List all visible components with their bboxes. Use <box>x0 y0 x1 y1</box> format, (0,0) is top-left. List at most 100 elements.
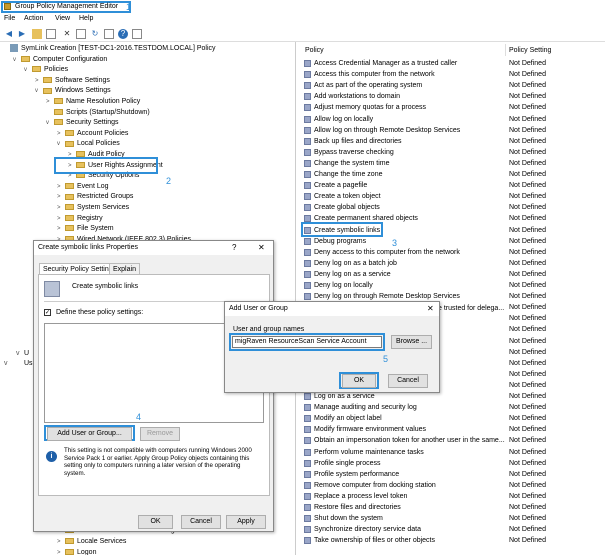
show-hide-tree-icon[interactable] <box>46 29 56 39</box>
delete-icon[interactable]: ✕ <box>62 29 72 39</box>
policy-row[interactable]: Modify firmware environment values Not De… <box>300 424 605 435</box>
tree-expander-icon[interactable]: > <box>57 129 65 139</box>
policy-row[interactable]: Remove computer from docking station Not … <box>300 480 605 491</box>
tree-expander-icon[interactable]: > <box>35 76 43 86</box>
policy-row[interactable]: Access Credential Manager as a trusted c… <box>300 58 605 69</box>
help-button-icon[interactable]: ? <box>232 243 236 252</box>
policy-icon <box>304 248 311 256</box>
policy-row[interactable]: Deny access to this computer from the ne… <box>300 247 605 258</box>
back-icon[interactable]: ◀ <box>4 29 14 39</box>
column-header-policy[interactable]: Policy <box>305 47 324 54</box>
menu-view[interactable]: View <box>55 15 70 22</box>
tree-expander-icon[interactable]: v <box>13 55 21 65</box>
tree-item[interactable]: > Registry <box>57 214 103 224</box>
tree-item[interactable]: v Computer Configuration <box>13 55 107 65</box>
policy-row[interactable]: Act as part of the operating system Not D… <box>300 80 605 91</box>
policy-row[interactable]: Obtain an impersonation token for anothe… <box>300 435 605 446</box>
view-icon[interactable] <box>132 29 142 39</box>
policy-row[interactable]: Deny log on locally Not Defined <box>300 280 605 291</box>
add-user-group-button[interactable]: Add User or Group... <box>47 427 132 441</box>
tree-item[interactable]: v Policies <box>24 65 68 75</box>
tree-expander-icon[interactable]: v <box>46 118 54 128</box>
tree-expander-icon[interactable]: > <box>57 548 65 555</box>
policy-row[interactable]: Perform volume maintenance tasks Not Defi… <box>300 447 605 458</box>
close-icon[interactable]: ✕ <box>258 243 265 252</box>
tree-expander-icon[interactable]: v <box>35 86 43 96</box>
export-list-icon[interactable] <box>104 29 114 39</box>
policy-row[interactable]: Shut down the system Not Defined <box>300 513 605 524</box>
ok-button[interactable]: OK <box>138 515 173 529</box>
tree-item[interactable]: Scripts (Startup/Shutdown) <box>46 108 150 118</box>
tree-item[interactable]: > Restricted Groups <box>57 192 133 202</box>
policy-row[interactable]: Replace a process level token Not Defined <box>300 491 605 502</box>
tree-item[interactable]: v Windows Settings <box>35 86 111 96</box>
properties-icon[interactable] <box>76 29 86 39</box>
add-dialog-cancel-button[interactable]: Cancel <box>388 374 428 388</box>
tree-item[interactable]: > System Services <box>57 203 129 213</box>
column-header-setting[interactable]: Policy Setting <box>509 47 551 54</box>
remove-button[interactable]: Remove <box>140 427 180 441</box>
policy-row[interactable]: Profile system performance Not Defined <box>300 469 605 480</box>
tree-item-label: Policies <box>44 66 69 74</box>
menu-action[interactable]: Action <box>24 15 43 22</box>
policy-row[interactable]: Access this computer from the network Not… <box>300 69 605 80</box>
forward-icon[interactable]: ▶ <box>17 29 27 39</box>
tree-expander-partial-2[interactable]: v <box>4 360 8 367</box>
tree-item[interactable]: > File System <box>57 224 114 234</box>
apply-button[interactable]: Apply <box>226 515 266 529</box>
tree-item[interactable]: > Software Settings <box>35 76 110 86</box>
tree-expander-icon[interactable]: v <box>57 139 65 149</box>
policy-row[interactable]: Modify an object label Not Defined <box>300 413 605 424</box>
tree-item[interactable]: > Account Policies <box>57 129 128 139</box>
policy-row[interactable]: Allow log on through Remote Desktop Serv… <box>300 125 605 136</box>
window-title-text: Group Policy Management Editor <box>15 3 119 10</box>
browse-button[interactable]: Browse ... <box>391 335 432 349</box>
refresh-icon[interactable]: ↻ <box>90 29 100 39</box>
policy-row[interactable]: Add workstations to domain Not Defined <box>300 91 605 102</box>
tree-item[interactable]: > Logon <box>57 548 96 555</box>
policy-row[interactable]: Create a token object Not Defined <box>300 191 605 202</box>
tree-item[interactable]: v Local Policies <box>57 139 120 149</box>
tree-expander-icon[interactable]: > <box>57 224 65 234</box>
policy-row[interactable]: Profile single process Not Defined <box>300 458 605 469</box>
tree-expander-icon[interactable]: > <box>57 182 65 192</box>
policy-row[interactable]: Manage auditing and security log Not Defi… <box>300 402 605 413</box>
tree-expander-icon[interactable]: > <box>57 192 65 202</box>
menu-help[interactable]: Help <box>79 15 93 22</box>
tree-expander-icon[interactable]: > <box>57 537 65 547</box>
tree-item[interactable]: > Name Resolution Policy <box>46 97 140 107</box>
policy-row[interactable]: Debug programs Not Defined <box>300 236 605 247</box>
policy-row[interactable]: Change the system time Not Defined <box>300 158 605 169</box>
tree-expander-icon[interactable]: > <box>57 214 65 224</box>
tree-item[interactable]: > Event Log <box>57 182 109 192</box>
policy-row[interactable]: Deny log on as a batch job Not Defined <box>300 258 605 269</box>
up-folder-icon[interactable] <box>32 29 42 39</box>
policy-row[interactable]: Restore files and directories Not Defined <box>300 502 605 513</box>
define-checkbox[interactable]: ✓ <box>44 309 51 316</box>
policy-row[interactable]: Bypass traverse checking Not Defined <box>300 147 605 158</box>
help-icon[interactable]: ? <box>118 29 128 39</box>
add-dialog-ok-button[interactable]: OK <box>342 374 376 388</box>
tree-expander-icon[interactable]: > <box>46 97 54 107</box>
policy-row[interactable]: Deny log on as a service Not Defined <box>300 269 605 280</box>
tree-expander-icon[interactable]: > <box>57 203 65 213</box>
policy-row[interactable]: Adjust memory quotas for a process Not De… <box>300 102 605 113</box>
policy-icon <box>304 126 311 134</box>
policy-row[interactable]: Create a pagefile Not Defined <box>300 180 605 191</box>
menu-file[interactable]: File <box>4 15 15 22</box>
tree-expander-partial[interactable]: v <box>16 350 20 357</box>
add-dialog-close-icon[interactable]: ✕ <box>427 304 434 313</box>
tree-item[interactable]: v Security Settings <box>46 118 119 128</box>
tree-expander-icon[interactable]: v <box>24 65 32 75</box>
policy-row[interactable]: Take ownership of files or other objects… <box>300 535 605 546</box>
policy-row[interactable]: Synchronize directory service data Not De… <box>300 524 605 535</box>
cancel-button[interactable]: Cancel <box>181 515 221 529</box>
policy-row[interactable]: Back up files and directories Not Defined <box>300 136 605 147</box>
user-group-names-input[interactable]: migRaven ResourceScan Service Account <box>232 336 382 348</box>
policy-row[interactable]: Create global objects Not Defined <box>300 202 605 213</box>
tree-item[interactable]: > Locale Services <box>57 537 126 547</box>
column-divider[interactable] <box>505 44 506 56</box>
policy-row[interactable]: Change the time zone Not Defined <box>300 169 605 180</box>
tree-item[interactable]: SymLink Creation [TEST-DC1-2016.TESTDOM.… <box>2 44 216 54</box>
policy-row[interactable]: Allow log on locally Not Defined <box>300 114 605 125</box>
